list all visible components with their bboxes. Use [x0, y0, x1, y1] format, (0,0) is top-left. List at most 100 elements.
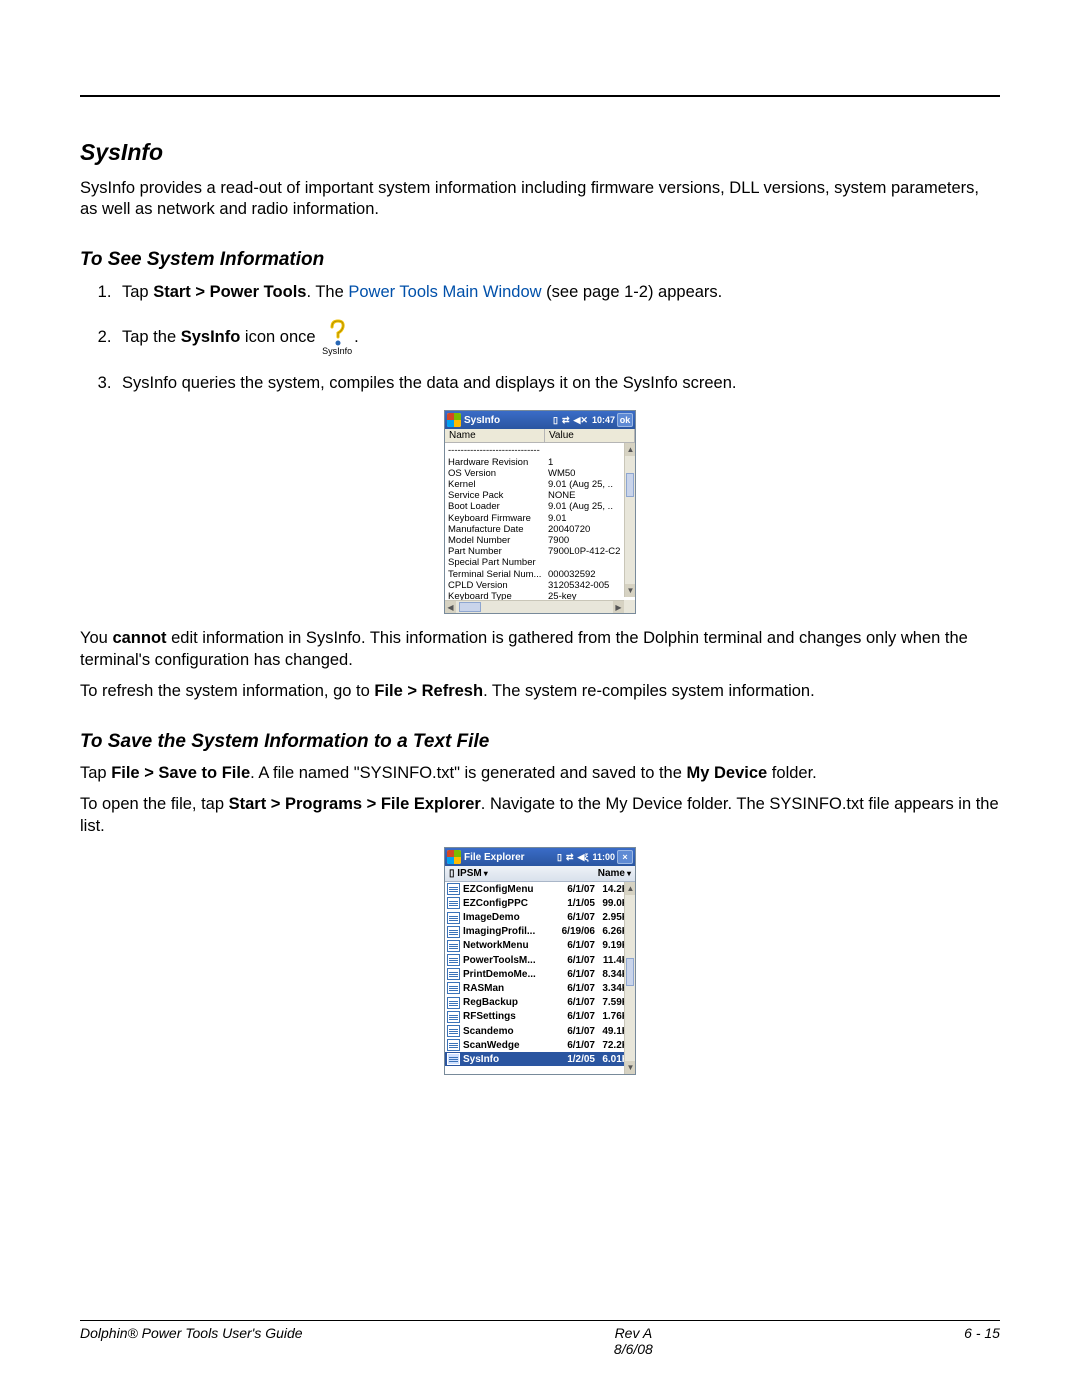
list-item[interactable]: SysInfo1/2/056.01K [445, 1052, 635, 1066]
scroll-up-icon[interactable]: ▲ [625, 882, 635, 895]
cell-name: Boot Loader [448, 501, 548, 512]
list-item[interactable]: ImageDemo6/1/072.95K [445, 910, 635, 924]
table-row[interactable]: Kernel9.01 (Aug 25, .. [448, 479, 635, 490]
scroll-corner [624, 600, 635, 613]
vertical-scrollbar[interactable]: ▲▼ [624, 443, 635, 597]
file-name: SysInfo [463, 1054, 549, 1065]
cell-name: Service Pack [448, 490, 548, 501]
scroll-left-icon[interactable]: ◀ [445, 601, 456, 613]
refresh-post: . The system re-compiles system informat… [483, 682, 815, 700]
table-row[interactable]: Keyboard Firmware9.01 [448, 513, 635, 524]
cell-value: 7900L0P-412-C2 [548, 546, 635, 557]
chevron-down-icon: ▾ [627, 869, 631, 878]
cannot-edit-text: You cannot edit information in SysInfo. … [80, 628, 1000, 671]
list-item[interactable]: ScanWedge6/1/0772.2K [445, 1038, 635, 1052]
col-name[interactable]: Name [445, 429, 545, 442]
folder-name: IPSM [457, 868, 481, 879]
subsection-see-info: To See System Information [80, 249, 1000, 271]
horizontal-scrollbar[interactable]: ◀▶ [445, 600, 624, 613]
save-b1: File > Save to File [111, 764, 250, 782]
scroll-thumb[interactable] [626, 958, 634, 986]
cell-name: Terminal Serial Num... [448, 569, 548, 580]
file-icon [447, 940, 460, 952]
question-mark-icon [326, 319, 348, 347]
refresh-text: To refresh the system information, go to… [80, 681, 1000, 702]
start-icon[interactable] [447, 850, 461, 864]
cell-value: 9.01 (Aug 25, .. [548, 501, 635, 512]
start-icon[interactable] [447, 413, 461, 427]
scroll-thumb-h[interactable] [459, 602, 481, 612]
cannot-post: edit information in SysInfo. This inform… [80, 629, 968, 668]
footer-mid: Rev A 8/6/08 [614, 1325, 653, 1357]
fe-subheader: ▯ IPSM▾ Name▾ [445, 866, 635, 882]
page-footer: Dolphin® Power Tools User's Guide Rev A … [80, 1320, 1000, 1357]
list-item[interactable]: RFSettings6/1/071.76K [445, 1010, 635, 1024]
folder-dropdown[interactable]: ▯ IPSM▾ [449, 868, 488, 879]
table-row[interactable]: Hardware Revision1 [448, 457, 635, 468]
tray-icons: ▯ ⇄ ◀ξ 11:00 [557, 852, 615, 863]
intro-text: SysInfo provides a read-out of important… [80, 178, 1000, 221]
ok-button[interactable]: ok [617, 413, 633, 427]
battery-icon: ▯ [557, 852, 562, 863]
list-item[interactable]: ImagingProfil...6/19/066.26K [445, 925, 635, 939]
cell-name: OS Version [448, 468, 548, 479]
sysinfo-column-headers: Name Value [445, 429, 635, 443]
close-button[interactable]: × [617, 850, 633, 864]
file-icon [447, 897, 460, 909]
table-row[interactable]: Model Number7900 [448, 535, 635, 546]
file-date: 6/1/07 [549, 884, 595, 895]
sort-dropdown[interactable]: Name▾ [598, 868, 631, 879]
list-item[interactable]: EZConfigPPC1/1/0599.0K [445, 896, 635, 910]
step2-bold: SysInfo [181, 328, 241, 346]
file-name: RASMan [463, 983, 549, 994]
cell-name: Special Part Number [448, 557, 548, 568]
list-item[interactable]: EZConfigMenu6/1/0714.2K [445, 882, 635, 896]
cannot-bold: cannot [112, 629, 166, 647]
list-item[interactable]: RegBackup6/1/077.59K [445, 996, 635, 1010]
vertical-scrollbar[interactable]: ▲▼ [624, 882, 635, 1074]
cell-value [548, 557, 635, 568]
scroll-thumb[interactable] [626, 473, 634, 497]
file-date: 6/1/07 [549, 1011, 595, 1022]
refresh-bold: File > Refresh [374, 682, 483, 700]
list-item[interactable]: PowerToolsM...6/1/0711.4K [445, 953, 635, 967]
cell-value [548, 445, 635, 456]
footer-rev: Rev A [615, 1325, 653, 1341]
table-row[interactable]: Terminal Serial Num...000032592 [448, 569, 635, 580]
section-title: SysInfo [80, 139, 1000, 166]
file-date: 6/1/07 [549, 983, 595, 994]
table-row[interactable]: Service PackNONE [448, 490, 635, 501]
sysinfo-screenshot: SysInfo ▯ ⇄ ◀✕ 10:47 ok Name Value -----… [444, 410, 636, 614]
scroll-right-icon[interactable]: ▶ [613, 601, 624, 613]
cell-value: NONE [548, 490, 635, 501]
file-date: 6/19/06 [549, 926, 595, 937]
connectivity-icon: ⇄ [562, 415, 570, 426]
file-date: 6/1/07 [549, 969, 595, 980]
table-row[interactable]: ----------------------------- [448, 445, 635, 456]
file-date: 1/2/05 [549, 1054, 595, 1065]
file-icon [447, 1053, 460, 1065]
list-item[interactable]: RASMan6/1/073.34K [445, 981, 635, 995]
power-tools-link[interactable]: Power Tools Main Window [348, 283, 541, 301]
table-row[interactable]: OS VersionWM50 [448, 468, 635, 479]
col-value[interactable]: Value [545, 429, 635, 442]
file-icon [447, 954, 460, 966]
table-row[interactable]: CPLD Version31205342-005 [448, 580, 635, 591]
cell-value: 7900 [548, 535, 635, 546]
table-row[interactable]: Manufacture Date20040720 [448, 524, 635, 535]
file-icon [447, 912, 460, 924]
cell-value: WM50 [548, 468, 635, 479]
refresh-pre: To refresh the system information, go to [80, 682, 374, 700]
list-item[interactable]: Scandemo6/1/0749.1K [445, 1024, 635, 1038]
file-date: 6/1/07 [549, 955, 595, 966]
list-item[interactable]: PrintDemoMe...6/1/078.34K [445, 967, 635, 981]
cell-name: Keyboard Firmware [448, 513, 548, 524]
table-row[interactable]: Special Part Number [448, 557, 635, 568]
scroll-down-icon[interactable]: ▼ [625, 584, 635, 597]
step2-post: icon once [240, 328, 320, 346]
table-row[interactable]: Part Number7900L0P-412-C2 [448, 546, 635, 557]
scroll-down-icon[interactable]: ▼ [625, 1061, 635, 1074]
table-row[interactable]: Boot Loader9.01 (Aug 25, .. [448, 501, 635, 512]
list-item[interactable]: NetworkMenu6/1/079.19K [445, 939, 635, 953]
scroll-up-icon[interactable]: ▲ [625, 443, 635, 456]
